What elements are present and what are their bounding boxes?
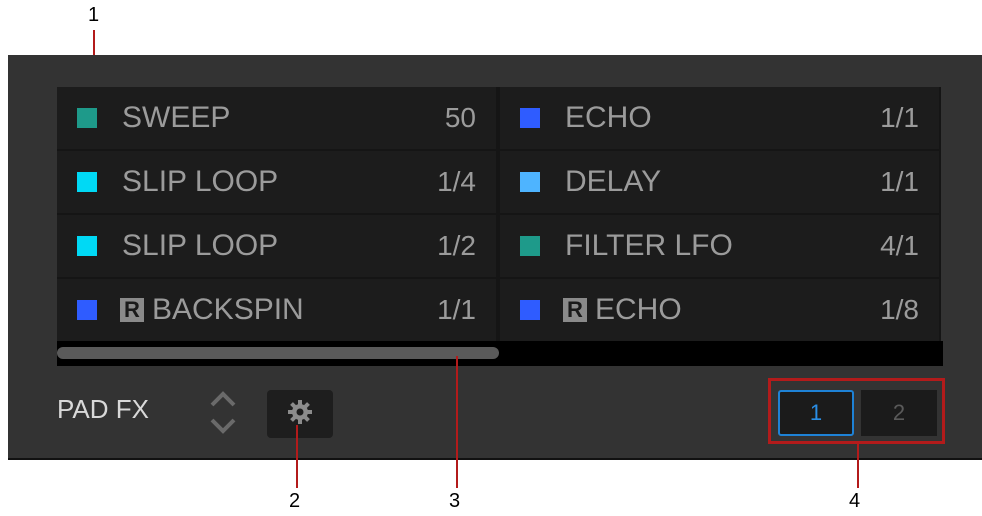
- pad-color-swatch: [77, 236, 97, 256]
- pad-fx-settings-button[interactable]: [267, 390, 333, 438]
- pad-effect-value: 1/1: [880, 166, 919, 197]
- pad-effect-value: 1/2: [437, 230, 476, 261]
- pad-effect-value: 1/8: [880, 294, 919, 325]
- pad-fx-label: PAD FX: [57, 394, 149, 424]
- pad-5[interactable]: SLIP LOOP 1/2: [57, 215, 496, 277]
- pad-4[interactable]: DELAY 1/1: [500, 151, 939, 213]
- chevron-up-icon[interactable]: [207, 388, 239, 410]
- pad-effect-name: BACKSPIN: [152, 293, 304, 326]
- gear-icon: [287, 399, 313, 430]
- pad-effect-name: ECHO: [565, 101, 652, 134]
- pad-color-swatch: [77, 108, 97, 128]
- pad-grid: SWEEP 50 ECHO 1/1 SLIP LOOP 1/4 DELAY 1/…: [57, 87, 941, 343]
- callout-number-2: 2: [289, 490, 301, 512]
- pad-8[interactable]: R ECHO 1/8: [500, 279, 939, 341]
- pad-effect-name: SLIP LOOP: [122, 165, 279, 198]
- callout-number-3: 3: [449, 490, 461, 512]
- pad-effect-name: DELAY: [565, 165, 662, 198]
- pad-effect-name: ECHO: [595, 293, 682, 326]
- pad-effect-value: 1/1: [880, 102, 919, 133]
- page-selector: 1 2: [768, 378, 945, 444]
- pad-color-swatch: [520, 172, 540, 192]
- callout-line-3: [456, 356, 458, 488]
- pad-color-swatch: [77, 172, 97, 192]
- pad-color-swatch: [520, 236, 540, 256]
- callout-number-1: 1: [88, 4, 100, 26]
- chevron-down-icon[interactable]: [207, 415, 239, 437]
- callout-line-4: [857, 442, 859, 488]
- pad-scrollbar[interactable]: [57, 341, 943, 366]
- pad-effect-name: SLIP LOOP: [122, 229, 279, 262]
- pad-3[interactable]: SLIP LOOP 1/4: [57, 151, 496, 213]
- pad-effect-value: 4/1: [880, 230, 919, 261]
- callout-line-2: [296, 425, 298, 488]
- pad-2[interactable]: ECHO 1/1: [500, 87, 939, 149]
- reverse-badge: R: [120, 298, 144, 322]
- pad-7[interactable]: R BACKSPIN 1/1: [57, 279, 496, 341]
- pad-color-swatch: [77, 300, 97, 320]
- pad-color-swatch: [520, 300, 540, 320]
- scrollbar-thumb[interactable]: [57, 347, 499, 359]
- pad-color-swatch: [520, 108, 540, 128]
- pad-effect-value: 1/4: [437, 166, 476, 197]
- pad-effect-name: SWEEP: [122, 101, 231, 134]
- pad-6[interactable]: FILTER LFO 4/1: [500, 215, 939, 277]
- pad-effect-value: 1/1: [437, 294, 476, 325]
- reverse-badge: R: [563, 298, 587, 322]
- pad-effect-value: 50: [444, 102, 476, 133]
- page-2-button[interactable]: 2: [861, 390, 937, 436]
- pad-effect-name: FILTER LFO: [565, 229, 733, 262]
- callout-number-4: 4: [849, 490, 861, 512]
- pad-1[interactable]: SWEEP 50: [57, 87, 496, 149]
- page-1-button[interactable]: 1: [778, 390, 854, 436]
